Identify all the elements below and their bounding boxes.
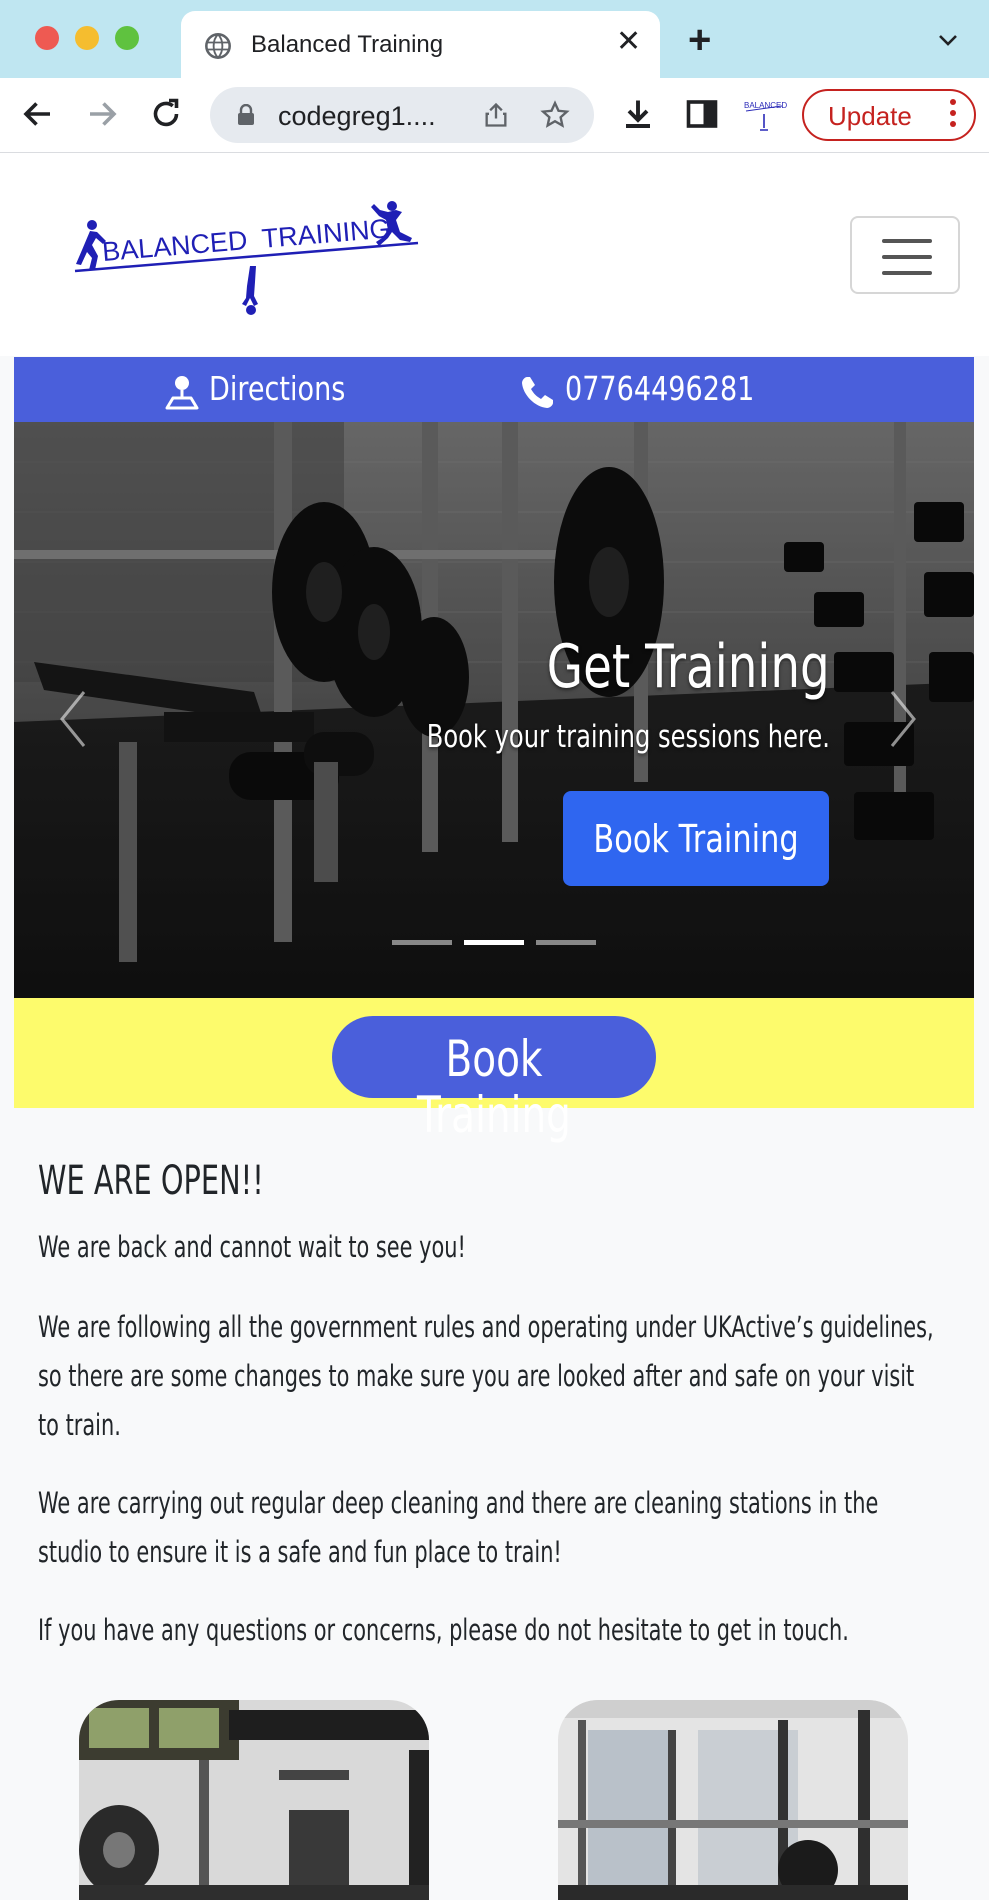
chevron-left-icon[interactable] (54, 684, 94, 754)
map-pin-icon (165, 376, 199, 410)
globe-icon (205, 33, 231, 59)
phone-icon (522, 377, 553, 408)
tab-title: Balanced Training (251, 31, 444, 58)
chevron-down-icon[interactable] (936, 28, 960, 52)
page-heading: WE ARE OPEN!! (38, 1158, 264, 1204)
paragraph-4: If you have any questions or concerns, p… (38, 1613, 849, 1647)
hero-subtitle: Book your training sessions here. (426, 719, 830, 755)
update-button[interactable]: Update (802, 89, 976, 141)
logo-text: BALANCED TRAINING (101, 213, 392, 267)
forward-icon[interactable] (84, 96, 120, 132)
booking-strip: Book Training (14, 998, 974, 1143)
more-menu-icon[interactable] (950, 99, 956, 132)
address-bar[interactable]: codegreg1.... (210, 87, 594, 143)
download-icon[interactable] (620, 96, 656, 132)
phone-link[interactable]: 07764496281 (565, 369, 754, 409)
hero-title: Get Training (547, 632, 830, 702)
hero-button-label: Book Training (593, 817, 799, 861)
back-icon[interactable] (20, 96, 56, 132)
extension-logo-icon[interactable]: BALANCED TRAINING (740, 94, 788, 138)
carousel-indicator-1[interactable] (392, 940, 452, 945)
contact-bar: Directions 07764496281 (14, 357, 974, 422)
reload-icon[interactable] (148, 96, 184, 132)
sidepanel-icon[interactable] (684, 96, 720, 132)
site-header: BALANCED TRAINING (0, 153, 989, 356)
nav-toggle-button[interactable] (850, 216, 960, 294)
carousel-indicator-3[interactable] (536, 940, 596, 945)
zoom-window-button[interactable] (115, 26, 139, 50)
paragraph-2: We are following all the government rule… (38, 1310, 934, 1442)
hero-book-training-button[interactable]: Book Training (563, 791, 829, 886)
gym-background-image (14, 422, 974, 998)
directions-link[interactable]: Directions (209, 369, 345, 409)
close-icon[interactable]: ✕ (616, 27, 641, 57)
lock-icon (238, 104, 254, 125)
plus-icon[interactable]: + (688, 20, 711, 60)
close-window-button[interactable] (35, 26, 59, 50)
hero-carousel: Get Training Book your training sessions… (14, 422, 974, 998)
browser-toolbar: codegreg1.... BALANCED TRAINING Update (0, 78, 989, 154)
gym-photo-1 (79, 1700, 429, 1900)
paragraph-1: We are back and cannot wait to see you! (38, 1230, 466, 1264)
carousel-indicator-2[interactable] (464, 940, 524, 945)
balanced-training-logo[interactable]: BALANCED TRAINING (70, 198, 430, 318)
browser-tab[interactable]: Balanced Training ✕ (181, 11, 660, 78)
share-icon[interactable] (482, 101, 510, 129)
gym-photo-2 (558, 1700, 908, 1900)
paragraph-3: We are carrying out regular deep cleanin… (38, 1486, 879, 1569)
browser-tab-bar: Balanced Training ✕ + (0, 0, 989, 78)
book-training-label: Book Training (417, 1030, 571, 1144)
update-label: Update (828, 101, 912, 131)
chevron-right-icon[interactable] (882, 684, 922, 754)
star-icon[interactable] (540, 100, 570, 130)
minimize-window-button[interactable] (75, 26, 99, 50)
book-training-button[interactable]: Book Training (332, 1016, 656, 1143)
url-text: codegreg1.... (278, 101, 436, 131)
